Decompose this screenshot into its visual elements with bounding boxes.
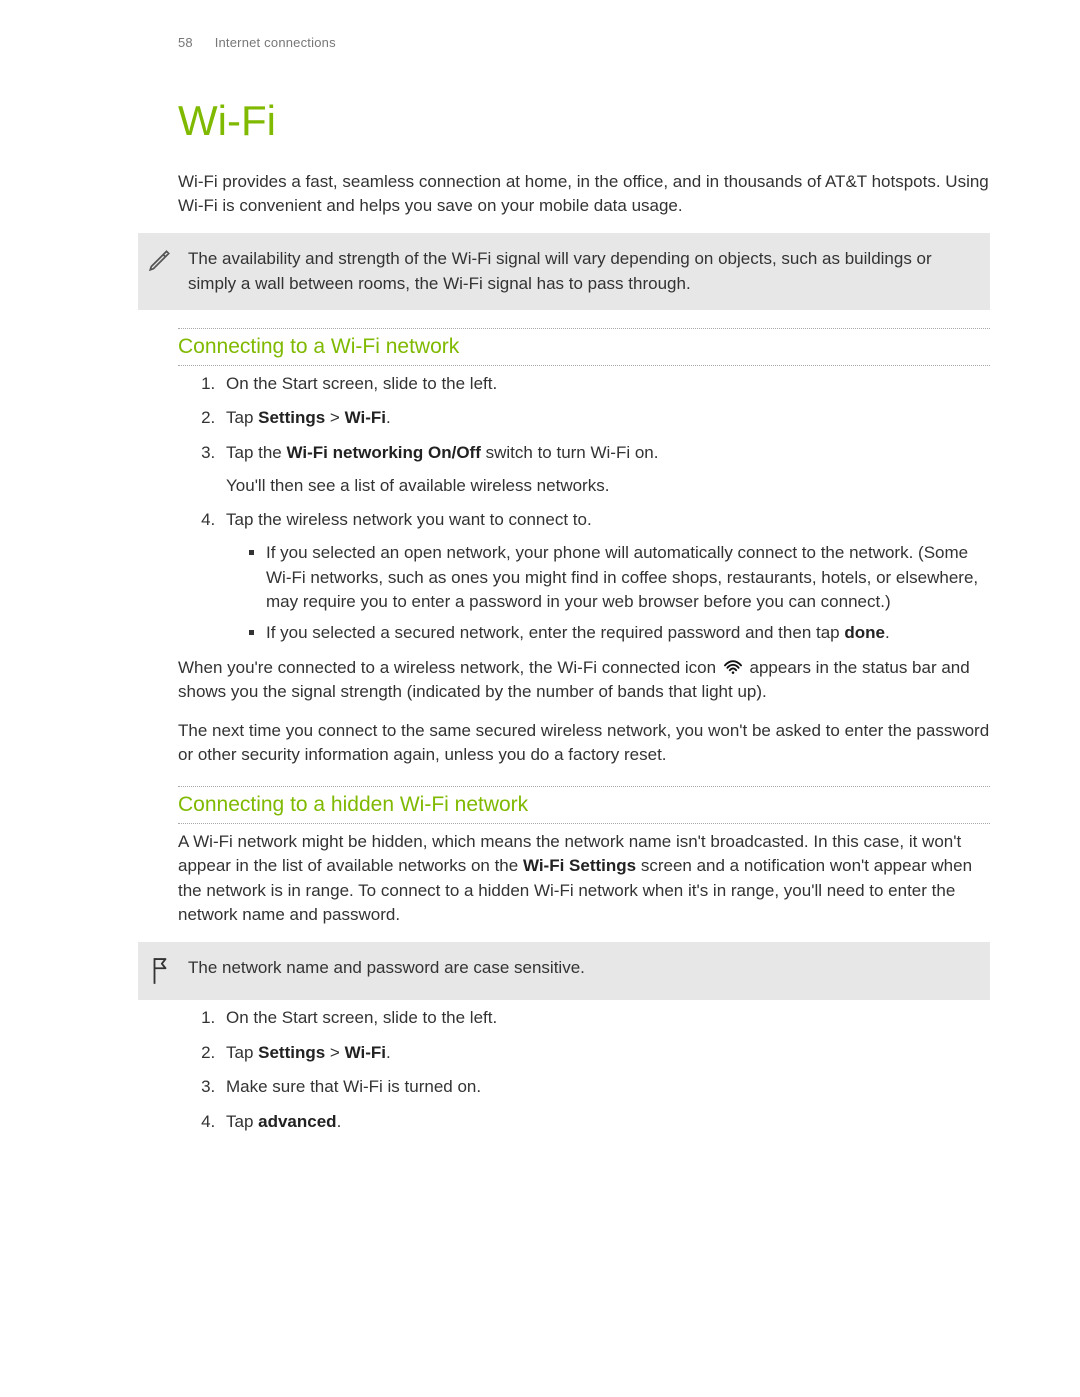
intro-paragraph: Wi-Fi provides a fast, seamless connecti… [178, 170, 990, 219]
flag-icon [146, 956, 174, 986]
substeps: If you selected an open network, your ph… [226, 541, 990, 646]
step: Tap advanced. [220, 1110, 990, 1135]
wifi-signal-icon [723, 658, 743, 674]
steps-list-1: On the Start screen, slide to the left. … [178, 372, 990, 646]
page-title: Wi-Fi [178, 91, 990, 152]
bullet: If you selected an open network, your ph… [266, 541, 990, 615]
note-text: The availability and strength of the Wi-… [188, 247, 976, 296]
running-header: 58 Internet connections [178, 34, 990, 53]
pencil-icon [146, 247, 174, 273]
step: Tap the wireless network you want to con… [220, 508, 990, 645]
subheading-hidden: Connecting to a hidden Wi-Fi network [178, 786, 990, 823]
content: Wi-Fi provides a fast, seamless connecti… [178, 170, 990, 1135]
step: On the Start screen, slide to the left. [220, 1006, 990, 1031]
tip-callout: The network name and password are case s… [138, 942, 990, 1000]
hidden-intro: A Wi-Fi network might be hidden, which m… [178, 830, 990, 929]
page-number: 58 [178, 35, 193, 50]
step: Tap the Wi-Fi networking On/Off switch t… [220, 441, 990, 498]
subheading-connecting: Connecting to a Wi-Fi network [178, 328, 990, 365]
section-name: Internet connections [215, 35, 336, 50]
step: Tap Settings > Wi-Fi. [220, 406, 990, 431]
step: On the Start screen, slide to the left. [220, 372, 990, 397]
after-paragraph-2: The next time you connect to the same se… [178, 719, 990, 768]
after-paragraph: When you're connected to a wireless netw… [178, 656, 990, 705]
bullet: If you selected a secured network, enter… [266, 621, 990, 646]
step: Tap Settings > Wi-Fi. [220, 1041, 990, 1066]
note-callout: The availability and strength of the Wi-… [138, 233, 990, 310]
tip-text: The network name and password are case s… [188, 956, 976, 981]
steps-list-2: On the Start screen, slide to the left. … [178, 1006, 990, 1135]
page: 58 Internet connections Wi-Fi Wi-Fi prov… [0, 0, 1080, 1205]
step: Make sure that Wi-Fi is turned on. [220, 1075, 990, 1100]
